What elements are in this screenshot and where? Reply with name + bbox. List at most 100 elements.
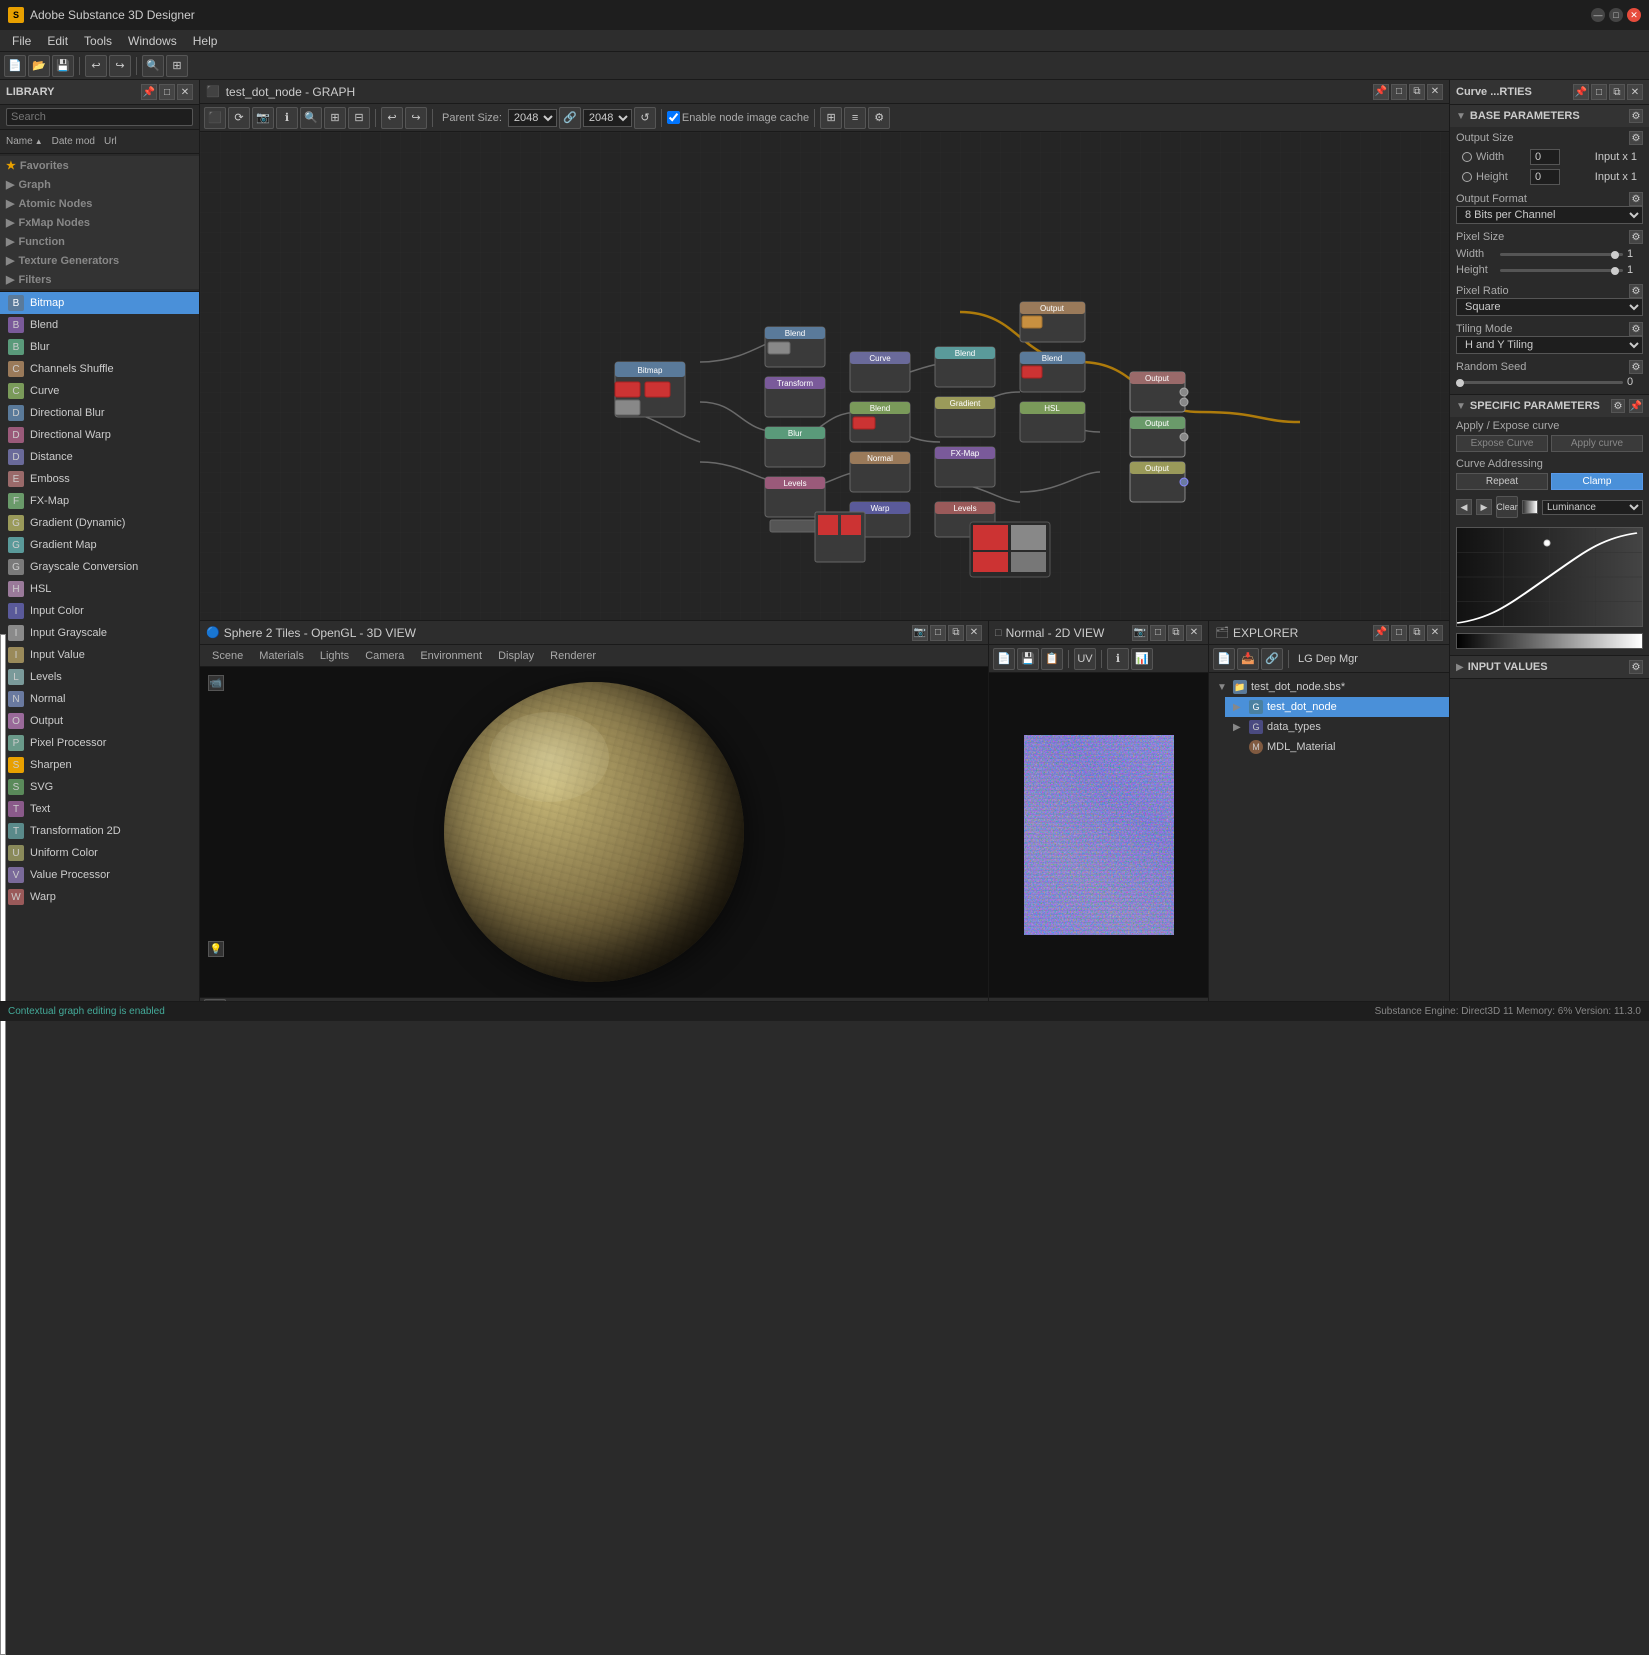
width-input[interactable] <box>1530 149 1560 165</box>
undo-button[interactable]: ↩ <box>85 55 107 77</box>
lib-item-uniform[interactable]: U Uniform Color <box>0 842 199 864</box>
vm-display[interactable]: Display <box>490 648 542 664</box>
lib-item-levels[interactable]: L Levels <box>0 666 199 688</box>
props-close-btn[interactable]: ✕ <box>1627 84 1643 100</box>
view3d-float-btn[interactable]: ⧉ <box>948 625 964 641</box>
specific-params-options-btn[interactable]: ⚙ <box>1611 399 1625 413</box>
view2d-close-btn[interactable]: ✕ <box>1186 625 1202 641</box>
graph-tool10[interactable]: ⊞ <box>820 107 842 129</box>
lib-item-normal[interactable]: N Normal <box>0 688 199 710</box>
graph-float-btn[interactable]: ⧉ <box>1409 84 1425 100</box>
library-expand-btn[interactable]: □ <box>159 84 175 100</box>
menu-windows[interactable]: Windows <box>120 32 185 50</box>
lib-item-blend[interactable]: B Blend <box>0 314 199 336</box>
explorer-link-btn[interactable]: 🔗 <box>1261 648 1283 670</box>
explorer-import-btn[interactable]: 📥 <box>1237 648 1259 670</box>
props-expand-btn[interactable]: □ <box>1591 84 1607 100</box>
graph-tool4[interactable]: ℹ <box>276 107 298 129</box>
view3d-close-btn[interactable]: ✕ <box>966 625 982 641</box>
lib-item-transform[interactable]: T Transformation 2D <box>0 820 199 842</box>
explorer-expand-btn[interactable]: □ <box>1391 625 1407 641</box>
close-button[interactable]: ✕ <box>1627 8 1641 22</box>
view3d-camera-btn[interactable]: 📷 <box>912 625 928 641</box>
vm-camera[interactable]: Camera <box>357 648 412 664</box>
lib-item-distance[interactable]: D Distance <box>0 446 199 468</box>
maximize-button[interactable]: □ <box>1609 8 1623 22</box>
graph-tool2[interactable]: ⟳ <box>228 107 250 129</box>
lib-item-gradient-dyn[interactable]: G Gradient (Dynamic) <box>0 512 199 534</box>
base-params-options-btn[interactable]: ⚙ <box>1629 109 1643 123</box>
pixel-ratio-options-btn[interactable]: ⚙ <box>1629 284 1643 298</box>
explorer-pin-btn[interactable]: 📌 <box>1373 625 1389 641</box>
lib-item-output[interactable]: O Output <box>0 710 199 732</box>
graph-parent-size-select[interactable]: 2048 1024 512 <box>508 109 557 127</box>
graph-link-btn[interactable]: 🔗 <box>559 107 581 129</box>
expose-curve-btn[interactable]: Expose Curve <box>1456 435 1548 452</box>
lib-item-grayscale[interactable]: G Grayscale Conversion <box>0 556 199 578</box>
graph-tool6[interactable]: ⊞ <box>324 107 346 129</box>
curve-control-point[interactable] <box>1544 540 1550 546</box>
tiling-options-btn[interactable]: ⚙ <box>1629 322 1643 336</box>
graph-tool9[interactable]: ↪ <box>405 107 427 129</box>
graph-tool8[interactable]: ↩ <box>381 107 403 129</box>
lib-item-sharpen[interactable]: S Sharpen <box>0 754 199 776</box>
pixel-height-track[interactable] <box>1500 269 1623 272</box>
explorer-tree-data[interactable]: ▶ G data_types <box>1225 717 1449 737</box>
lib-cat-function[interactable]: ▶ Function <box>0 232 199 251</box>
tiling-select[interactable]: H and Y Tiling No Tiling <box>1456 336 1643 354</box>
graph-tool5[interactable]: 🔍 <box>300 107 322 129</box>
lib-item-blur[interactable]: B Blur <box>0 336 199 358</box>
height-input[interactable] <box>1530 169 1560 185</box>
lib-cat-favorites[interactable]: ★ Favorites <box>0 156 199 175</box>
output-format-select[interactable]: 8 Bits per Channel 16 Bits per Channel <box>1456 206 1643 224</box>
lib-col-name[interactable]: Name ▲ <box>2 134 47 149</box>
lib-item-emboss[interactable]: E Emboss <box>0 468 199 490</box>
minimize-button[interactable]: — <box>1591 8 1605 22</box>
output-size-options-btn[interactable]: ⚙ <box>1629 131 1643 145</box>
view2d-info-btn[interactable]: ℹ <box>1107 648 1129 670</box>
graph-tool1[interactable]: ⬛ <box>204 107 226 129</box>
lib-item-curve[interactable]: C Curve <box>0 380 199 402</box>
view2d-expand-btn[interactable]: □ <box>1150 625 1166 641</box>
menu-tools[interactable]: Tools <box>76 32 120 50</box>
graph-tool3[interactable]: 📷 <box>252 107 274 129</box>
lib-item-dir-blur[interactable]: D Directional Blur <box>0 402 199 424</box>
channel-clear-btn[interactable]: Clear <box>1496 496 1518 518</box>
lib-item-gradient-map[interactable]: G Gradient Map <box>0 534 199 556</box>
view3d-expand-btn[interactable]: □ <box>930 625 946 641</box>
graph-reset-btn[interactable]: ↺ <box>634 107 656 129</box>
view2d-tool1[interactable]: 📄 <box>993 648 1015 670</box>
lib-item-bitmap[interactable]: B Bitmap <box>0 292 199 314</box>
view3d-canvas[interactable]: 📹 💡 <box>200 667 988 997</box>
explorer-tree-mdl[interactable]: M MDL_Material <box>1225 737 1449 757</box>
channel-next-btn[interactable]: ▶ <box>1476 499 1492 515</box>
view2d-float-btn[interactable]: ⧉ <box>1168 625 1184 641</box>
pixel-width-track[interactable] <box>1500 253 1623 256</box>
lib-col-url[interactable]: Url <box>100 134 121 149</box>
explorer-new-btn[interactable]: 📄 <box>1213 648 1235 670</box>
lib-cat-graph[interactable]: ▶ Graph <box>0 175 199 194</box>
input-values-header[interactable]: ▶ INPUT VALUES ⚙ <box>1450 656 1649 678</box>
view2d-camera-btn[interactable]: 📷 <box>1132 625 1148 641</box>
vm-lights[interactable]: Lights <box>312 648 357 664</box>
specific-params-pin-btn[interactable]: 📌 <box>1629 399 1643 413</box>
lib-cat-atomic[interactable]: ▶ Atomic Nodes <box>0 194 199 213</box>
view3d-light-btn[interactable]: 💡 <box>208 941 224 957</box>
menu-edit[interactable]: Edit <box>39 32 76 50</box>
explorer-tree-root[interactable]: ▼ 📁 test_dot_node.sbs* <box>1209 677 1449 697</box>
graph-tool12[interactable]: ⚙ <box>868 107 890 129</box>
menu-file[interactable]: File <box>4 32 39 50</box>
library-close-btn[interactable]: ✕ <box>177 84 193 100</box>
open-button[interactable]: 📂 <box>28 55 50 77</box>
lib-cat-texture[interactable]: ▶ Texture Generators <box>0 251 199 270</box>
lib-item-value[interactable]: V Value Processor <box>0 864 199 886</box>
graph-size-select2[interactable]: 2048 <box>583 109 632 127</box>
channel-type-select[interactable]: Luminance Red Green Blue Alpha <box>1542 500 1643 515</box>
graph-expand-btn[interactable]: □ <box>1391 84 1407 100</box>
output-format-options-btn[interactable]: ⚙ <box>1629 192 1643 206</box>
random-seed-options-btn[interactable]: ⚙ <box>1629 360 1643 374</box>
lib-item-hsl[interactable]: H HSL <box>0 578 199 600</box>
library-search-input[interactable] <box>6 108 193 126</box>
view3d-cam-btn1[interactable]: 📹 <box>208 675 224 691</box>
lib-item-fxmap[interactable]: F FX-Map <box>0 490 199 512</box>
